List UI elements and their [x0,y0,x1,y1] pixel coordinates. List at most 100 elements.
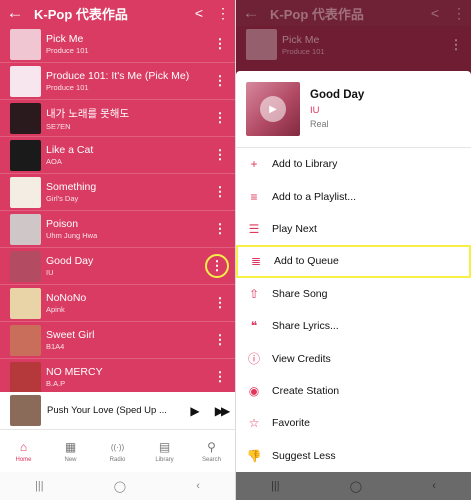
menu-add-to-library[interactable]: + Add to Library [236,148,471,180]
playlist-title: K-Pop 代表作品 [34,6,128,22]
menu-add-to-playlist[interactable]: ≡ Add to a Playlist... [236,180,471,212]
tab-new[interactable]: ▦ New [47,432,94,470]
play-icon[interactable]: ▶ [183,404,207,418]
track-artist: Produce 101 [282,46,325,56]
mini-player[interactable]: Push Your Love (Sped Up ... ▶ ▶▶ [0,392,235,430]
app-bar: ← K-Pop 代表作品 < ⋮ [0,0,235,26]
track-row[interactable]: Like a Cat AOA ⋮ [0,137,235,174]
album-art [10,250,41,282]
track-row[interactable]: Poison Uhm Jung Hwa ⋮ [0,211,235,248]
track-title: Pick Me [46,33,84,45]
station-icon: ◉ [248,383,260,398]
menu-create-station[interactable]: ◉ Create Station [236,375,471,407]
more-options-icon[interactable]: ⋮ [211,5,235,22]
track-title: Pick Me [282,33,320,46]
album-art [10,176,41,208]
menu-add-to-queue[interactable]: ≣ Add to Queue [236,245,471,278]
playlist-screen: ← K-Pop 代表作品 < ⋮ Pick Me Produce 101 ⋮ Pr… [0,0,235,500]
track-title: NO MERCY [46,366,103,378]
track-row[interactable]: Pick Me Produce 101 ⋮ [0,26,235,63]
album-art [10,287,41,319]
more-options-icon: ⋮ [452,4,466,21]
track-row[interactable]: Something Girl's Day ⋮ [0,174,235,211]
skip-forward-icon[interactable]: ▶▶ [207,404,235,418]
track-artist: Girl's Day [46,194,79,203]
back-arrow-icon[interactable]: ← [0,3,30,23]
track-row[interactable]: NO MERCY B.A.P ⋮ [0,359,235,392]
tab-label: New [64,456,77,463]
track-title: Sweet Girl [46,329,95,341]
menu-label: Add to Queue [274,255,339,268]
track-options-icon[interactable]: ⋮ [205,295,235,311]
menu-label: Add to Library [272,158,338,171]
track-options-icon[interactable]: ⋮ [205,332,235,348]
lyrics-icon: ❝ [250,319,258,334]
plus-icon: + [250,157,258,172]
radio-icon: ((·)) [110,442,125,452]
system-back-icon[interactable]: ‹ [196,480,200,492]
track-row[interactable]: Good Day IU ⋮ [0,248,235,285]
track-artist: Produce 101 [46,46,89,55]
menu-view-credits[interactable]: ⓘ View Credits [236,342,471,374]
track-options-icon[interactable]: ⋮ [205,221,235,237]
tab-label: Radio [109,456,126,463]
song-album-art[interactable]: ▶ [246,82,300,136]
song-options-sheet: ▶ Good Day IU Real + Add to Library ≡ Add … [236,71,471,472]
track-options-icon[interactable]: ⋮ [205,184,235,200]
recent-apps-icon[interactable]: ||| [35,480,44,492]
menu-favorite[interactable]: ☆ Favorite [236,407,471,439]
song-album: Real [310,119,329,129]
home-button-icon[interactable]: ◯ [114,480,126,493]
track-artist: Uhm Jung Hwa [46,231,98,240]
context-menu-screen: ← K-Pop 代表作品 < ⋮ Pick Me Produce 101 ⋮ ▶ … [236,0,471,500]
album-art [10,102,41,134]
queue-icon: ≣ [250,254,262,269]
tab-home[interactable]: ⌂ Home [0,432,47,470]
song-artist[interactable]: IU [310,105,364,116]
info-icon: ⓘ [247,352,260,367]
album-art [10,139,41,171]
track-options-icon[interactable]: ⋮ [205,147,235,163]
track-row[interactable]: NoNoNo Apink ⋮ [0,285,235,322]
playlist-add-icon: ≡ [250,189,258,204]
recent-apps-icon[interactable]: ||| [271,480,280,492]
track-artist: Apink [46,305,65,314]
share-icon[interactable]: < [187,5,211,21]
home-button-icon[interactable]: ◯ [350,480,362,493]
share-icon: < [430,5,440,21]
track-options-icon[interactable]: ⋮ [205,369,235,385]
tab-library[interactable]: ▤ Library [141,432,188,470]
tab-radio[interactable]: ((·)) Radio [94,432,141,470]
bottom-tab-bar: ⌂ Home ▦ New ((·)) Radio ▤ Library ⚲ Search [0,432,235,470]
track-options-icon[interactable]: ⋮ [205,36,235,52]
track-row[interactable]: 내가 노래를 못해도 SE7EN ⋮ [0,100,235,137]
menu-label: View Credits [272,352,331,365]
grid-icon: ▦ [64,439,77,454]
menu-label: Create Station [272,384,340,397]
system-nav-bar: ||| ◯ ‹ [236,472,471,500]
track-options-icon[interactable]: ⋮ [205,110,235,126]
system-nav-bar: ||| ◯ ‹ [0,472,235,500]
play-icon[interactable]: ▶ [260,96,286,122]
track-row[interactable]: Sweet Girl B1A4 ⋮ [0,322,235,359]
menu-suggest-less[interactable]: 👎 Suggest Less [236,440,471,472]
menu-play-next[interactable]: ☰ Play Next [236,213,471,245]
track-artist: B1A4 [46,342,65,351]
system-back-icon[interactable]: ‹ [432,480,436,492]
track-options-icon[interactable]: ⋮ [205,73,235,89]
track-artist: SE7EN [46,121,71,131]
track-title: Produce 101: It's Me (Pick Me) [46,70,190,82]
track-options-icon-highlighted[interactable]: ⋮ [205,254,229,278]
menu-label: Share Lyrics... [272,320,339,333]
library-icon: ▤ [158,439,171,454]
share-icon: ⇧ [248,286,260,301]
menu-share-lyrics[interactable]: ❝ Share Lyrics... [236,310,471,342]
tab-search[interactable]: ⚲ Search [188,432,235,470]
album-art [246,29,277,60]
track-row[interactable]: Produce 101: It's Me (Pick Me) Produce 10… [0,63,235,100]
album-art [10,361,41,392]
menu-share-song[interactable]: ⇧ Share Song [236,278,471,310]
star-icon: ☆ [248,416,260,431]
play-next-icon: ☰ [248,221,260,236]
back-arrow-icon: ← [242,3,260,22]
